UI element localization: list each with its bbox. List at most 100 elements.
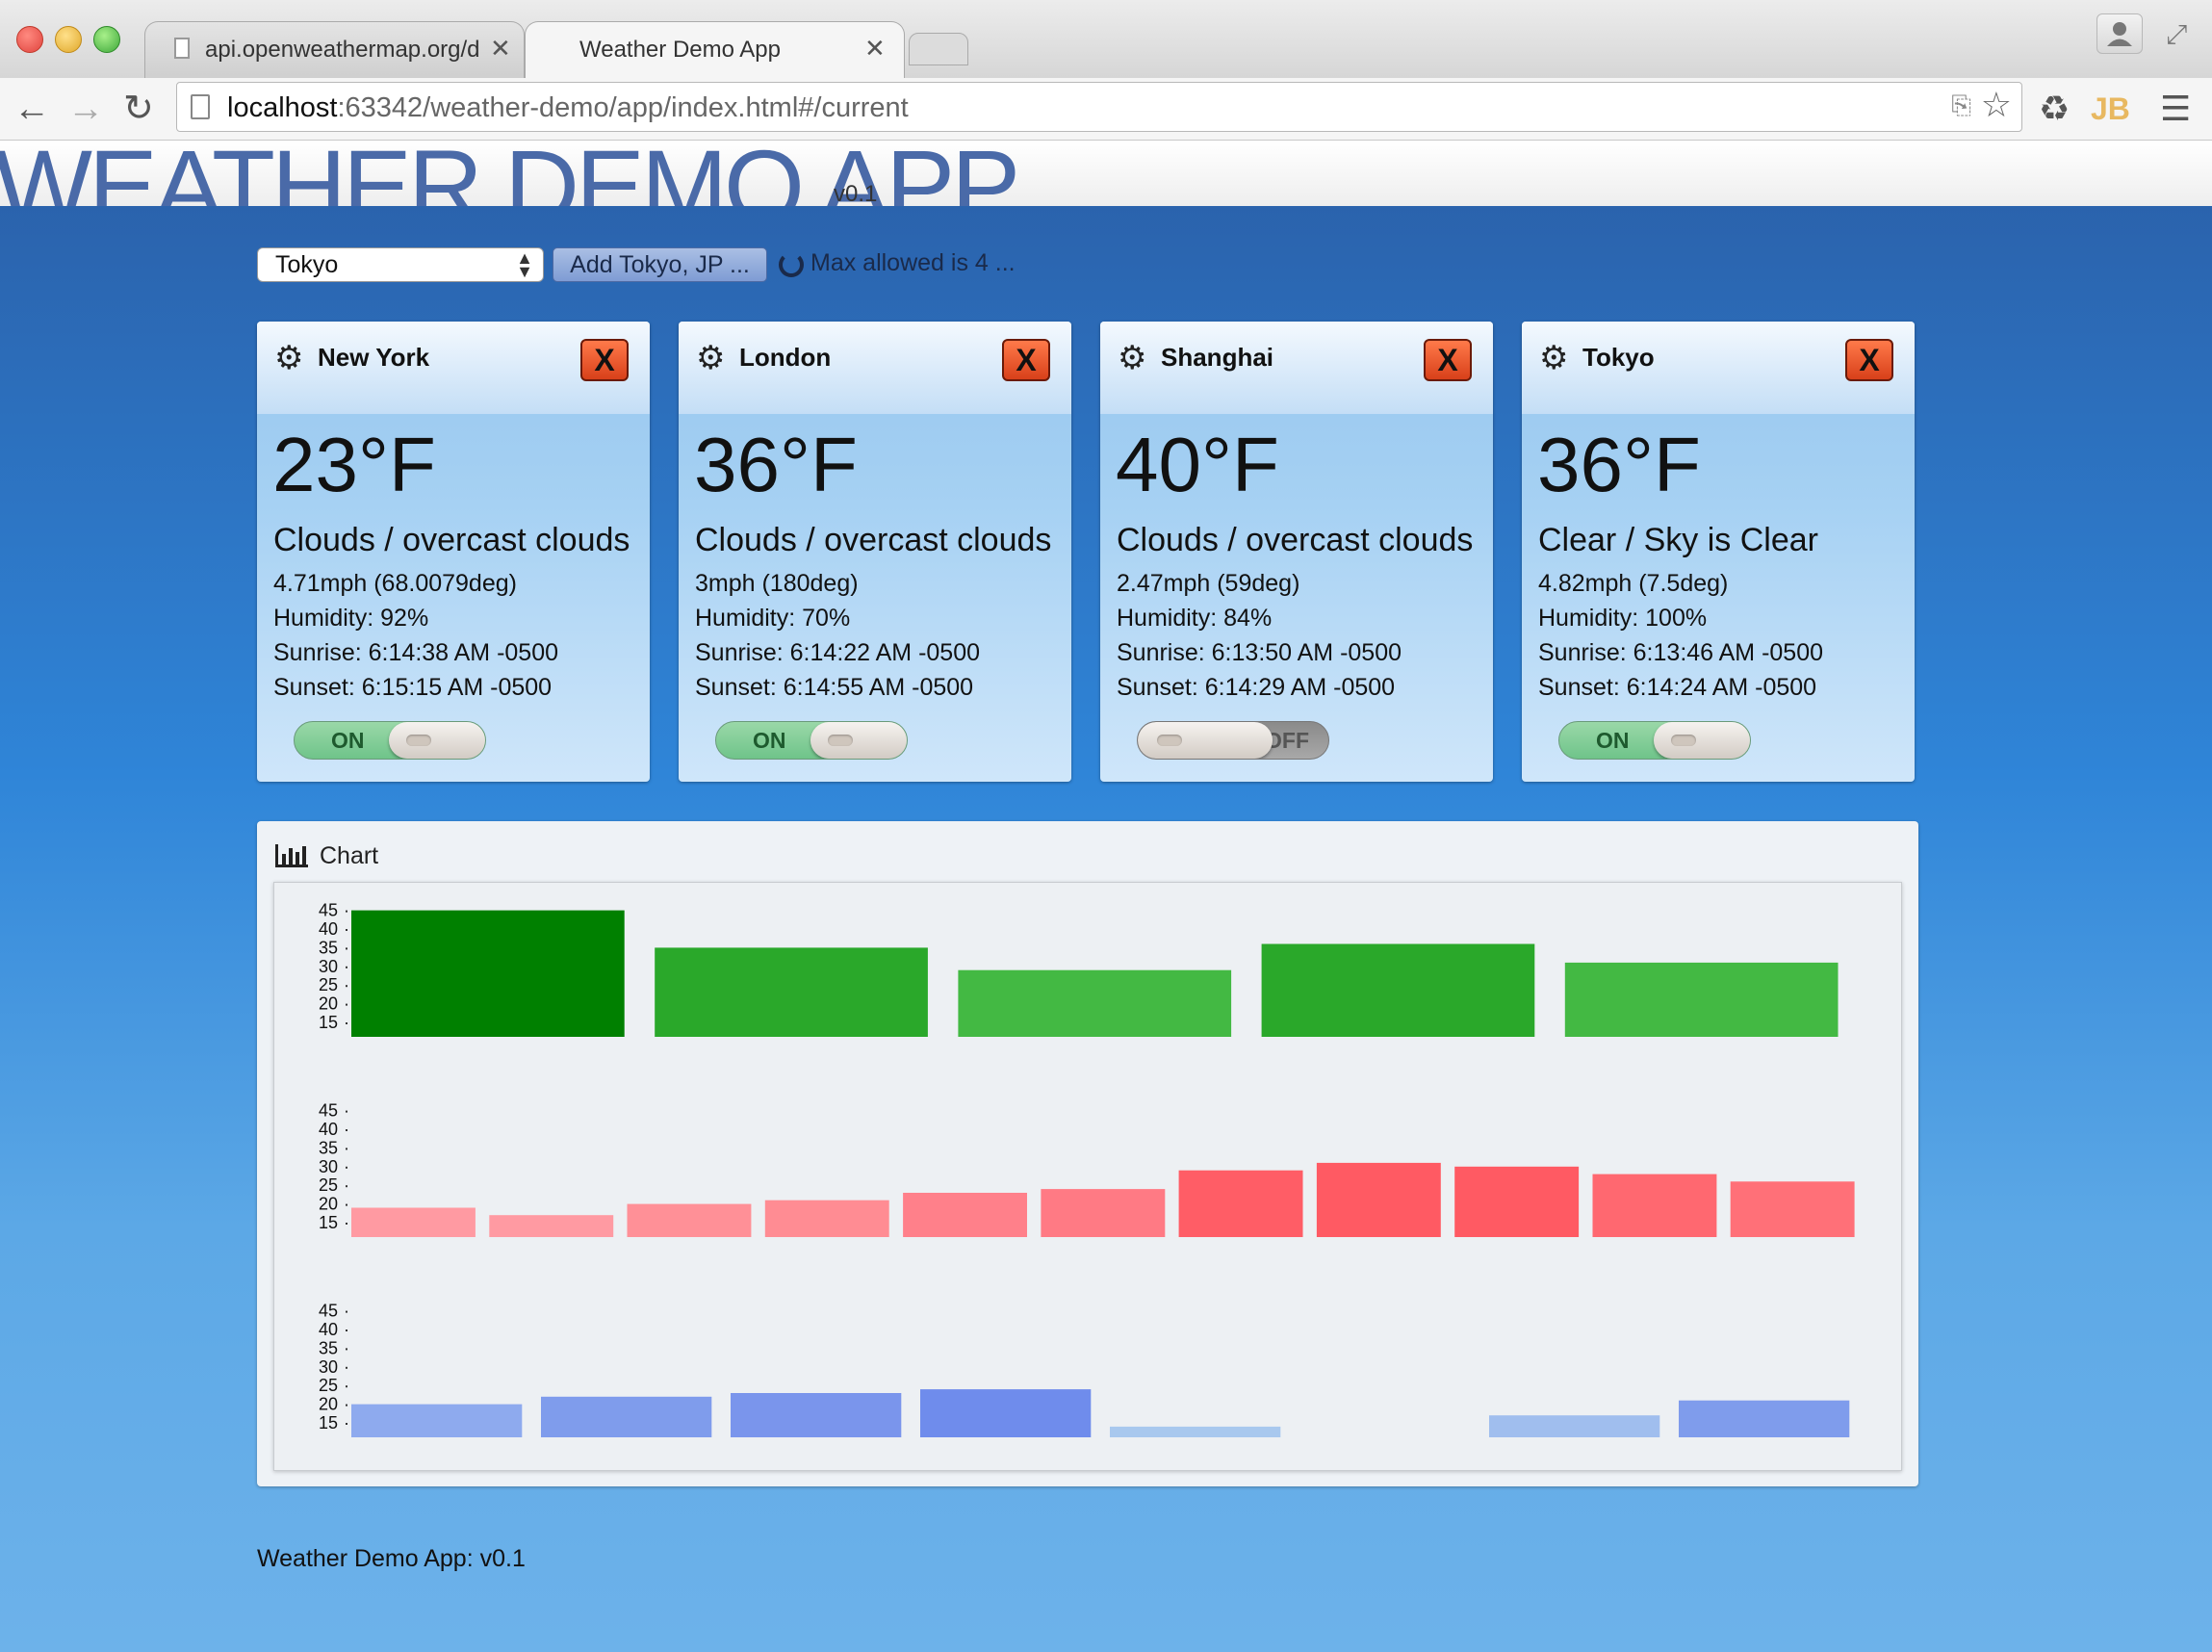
chart-bar[interactable] <box>489 1215 614 1237</box>
card-wind: 2.47mph (59deg) <box>1117 570 1300 597</box>
chart-bar[interactable] <box>731 1393 902 1437</box>
card-sunset: Sunset: 6:14:24 AM -0500 <box>1538 674 1817 701</box>
card-header: ⚙ Shanghai X <box>1100 322 1493 414</box>
recycle-extension-icon[interactable]: ♻ <box>2039 88 2070 130</box>
chart-bar[interactable] <box>1489 1415 1660 1437</box>
toggle-knob[interactable] <box>1138 722 1273 759</box>
card-toggle-switch[interactable]: ON <box>715 721 908 760</box>
new-tab-button[interactable] <box>909 33 968 65</box>
y-tick-mark <box>346 1203 347 1206</box>
chart-bar[interactable] <box>1178 1170 1303 1237</box>
chart-bar[interactable] <box>351 1404 523 1437</box>
chart-bar[interactable] <box>1316 1162 1441 1237</box>
card-header: ⚙ Tokyo X <box>1522 322 1915 414</box>
address-bar[interactable]: localhost:63342/weather-demo/app/index.h… <box>176 82 2022 132</box>
profile-button[interactable] <box>2096 13 2143 54</box>
tab-openweathermap[interactable]: api.openweathermap.org/d ✕ <box>144 21 525 78</box>
y-tick-mark <box>346 1423 347 1425</box>
bookmark-star-icon[interactable]: ☆ <box>1981 85 2012 125</box>
card-temperature: 23°F <box>272 422 436 507</box>
card-toggle-switch[interactable]: ON <box>1558 721 1751 760</box>
y-tick-mark <box>346 929 347 931</box>
menu-icon[interactable]: ☰ <box>2160 88 2191 130</box>
chart-bar[interactable] <box>764 1200 889 1237</box>
gear-icon[interactable]: ⚙ <box>696 341 725 375</box>
y-tick-label: 20 <box>319 1395 338 1414</box>
window-minimize-button[interactable] <box>55 26 82 53</box>
tab-close-icon[interactable]: ✕ <box>490 34 511 64</box>
jetbrains-extension-icon[interactable]: JB <box>2091 88 2130 130</box>
card-wind: 4.71mph (68.0079deg) <box>273 570 517 597</box>
remove-city-button[interactable]: X <box>580 339 629 381</box>
chart-bar[interactable] <box>1679 1400 1850 1437</box>
card-humidity: Humidity: 92% <box>273 605 429 632</box>
gear-icon[interactable]: ⚙ <box>1539 341 1568 375</box>
y-tick-label: 45 <box>319 1101 338 1121</box>
y-tick-mark <box>346 1110 347 1113</box>
toggle-knob[interactable] <box>1654 722 1750 759</box>
y-tick-label: 20 <box>319 994 338 1014</box>
gear-icon[interactable]: ⚙ <box>274 341 303 375</box>
card-toggle-switch[interactable]: OFF <box>1137 721 1329 760</box>
page-action-icon[interactable]: ⎘ <box>1951 90 1971 121</box>
toggle-knob[interactable] <box>389 722 485 759</box>
card-temperature: 36°F <box>1537 422 1701 507</box>
chart-bar[interactable] <box>1110 1426 1281 1437</box>
window-close-button[interactable] <box>16 26 43 53</box>
city-select[interactable]: Tokyo ▲ ▼ <box>257 247 544 282</box>
y-tick-label: 40 <box>319 1120 338 1139</box>
card-toggle-switch[interactable]: ON <box>294 721 486 760</box>
tab-weather-demo-app[interactable]: Weather Demo App ✕ <box>525 21 905 78</box>
chart-bar[interactable] <box>903 1193 1027 1237</box>
card-humidity: Humidity: 84% <box>1117 605 1273 632</box>
forward-arrow-icon[interactable]: → <box>67 86 104 132</box>
app-version: v0.1 <box>834 181 878 206</box>
toggle-label: ON <box>753 728 786 753</box>
back-arrow-icon[interactable]: ← <box>13 86 50 132</box>
remove-city-button[interactable]: X <box>1002 339 1050 381</box>
y-tick-label: 30 <box>319 1357 338 1377</box>
fullscreen-icon[interactable]: ⤢ <box>2166 19 2187 51</box>
card-city-name: New York <box>318 343 430 372</box>
chart-bar[interactable] <box>1730 1181 1855 1237</box>
toggle-label: ON <box>331 728 365 753</box>
remove-city-button[interactable]: X <box>1845 339 1893 381</box>
chart-bar[interactable] <box>1564 962 1839 1037</box>
gear-icon[interactable]: ⚙ <box>1118 341 1146 375</box>
y-tick-label: 25 <box>319 1175 338 1195</box>
chart-bar[interactable] <box>655 947 928 1037</box>
y-tick-mark <box>346 1223 347 1225</box>
page-icon <box>174 38 190 59</box>
select-arrows-icon: ▲ ▼ <box>516 248 533 281</box>
y-tick-mark <box>346 1329 347 1331</box>
y-tick-mark <box>346 1129 347 1131</box>
chart-bar[interactable] <box>1041 1189 1166 1237</box>
chart-bar[interactable] <box>1454 1166 1580 1237</box>
chart-bar[interactable] <box>541 1396 712 1437</box>
chart-bar[interactable] <box>920 1389 1092 1437</box>
card-condition: Clouds / overcast clouds <box>1117 522 1474 558</box>
y-tick-mark <box>346 1404 347 1407</box>
add-city-button[interactable]: Add Tokyo, JP ... <box>553 247 767 282</box>
card-city-name: Shanghai <box>1161 343 1274 372</box>
tab-close-icon[interactable]: ✕ <box>864 34 886 64</box>
chart-bar[interactable] <box>958 969 1232 1037</box>
card-temperature: 40°F <box>1116 422 1279 507</box>
chart-bar[interactable] <box>1592 1174 1717 1237</box>
tab-label: api.openweathermap.org/d <box>205 37 480 63</box>
footer-text: Weather Demo App: v0.1 <box>257 1545 526 1572</box>
toggle-knob[interactable] <box>810 722 907 759</box>
app-header: WEATHER DEMO APP v0.1 <box>0 141 2212 206</box>
chart-bar[interactable] <box>351 1207 476 1238</box>
chart-bar[interactable] <box>627 1203 752 1237</box>
chart-bar[interactable] <box>351 910 625 1037</box>
y-tick-label: 30 <box>319 1157 338 1176</box>
window-zoom-button[interactable] <box>93 26 120 53</box>
chart-bar[interactable] <box>1261 943 1535 1038</box>
reload-icon[interactable]: ↻ <box>123 86 154 132</box>
y-tick-mark <box>346 1366 347 1369</box>
remove-city-button[interactable]: X <box>1424 339 1472 381</box>
weather-card: ⚙ New York X 23°F Clouds / overcast clou… <box>257 322 650 782</box>
y-tick-label: 35 <box>319 938 338 957</box>
weather-card: ⚙ Tokyo X 36°F Clear / Sky is Clear 4.82… <box>1522 322 1915 782</box>
